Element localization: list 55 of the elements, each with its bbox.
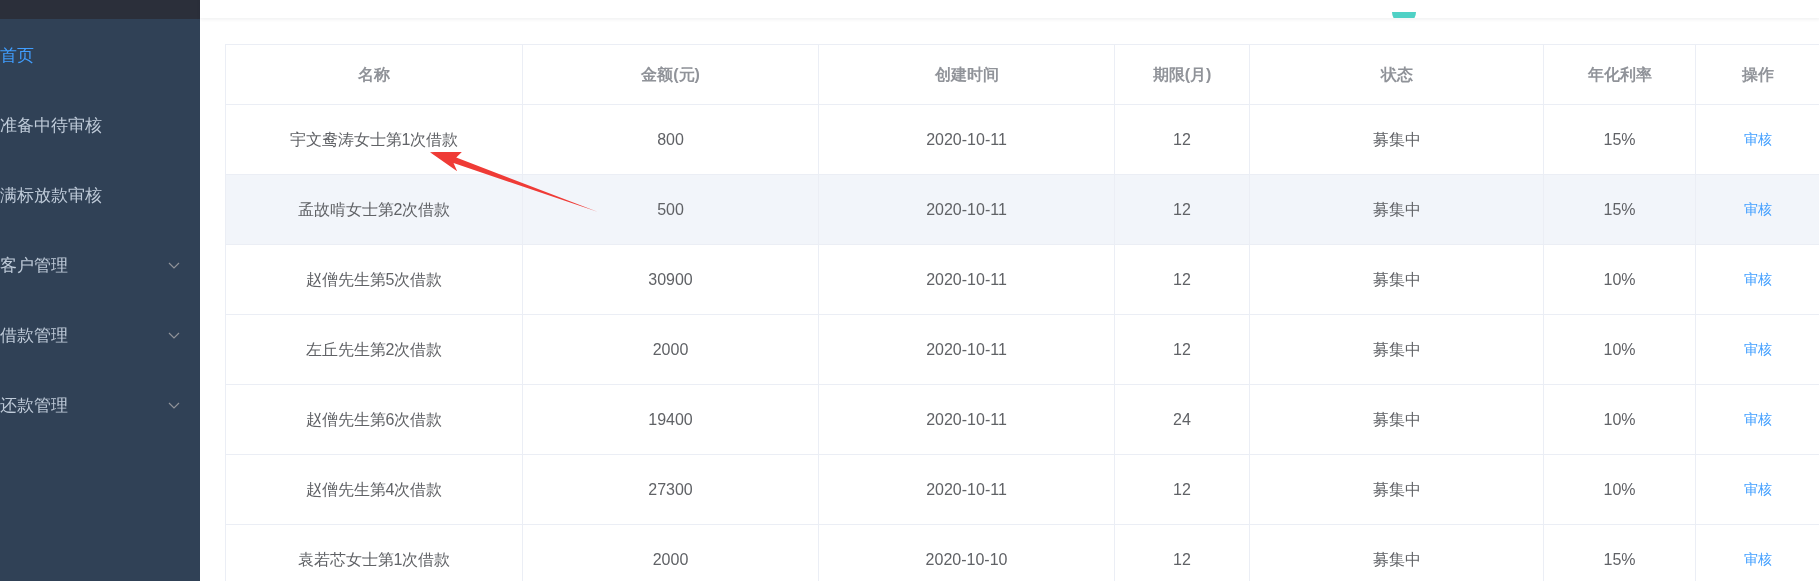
table-cell-text: 2020-10-11 — [926, 269, 1007, 290]
review-link[interactable]: 审核 — [1743, 409, 1772, 430]
review-link[interactable]: 审核 — [1743, 479, 1772, 500]
table-cell-text: 500 — [657, 199, 684, 220]
table-cell-text: 12 — [1173, 549, 1191, 570]
table-cell-text: 2020-10-11 — [926, 339, 1007, 360]
table-cell-text: 左丘先生第2次借款 — [305, 339, 443, 360]
table-cell-text: 12 — [1173, 269, 1191, 290]
menu-item[interactable]: 满标放款审核 — [0, 161, 200, 231]
table-cell-text: 12 — [1173, 129, 1191, 150]
review-link[interactable]: 审核 — [1743, 269, 1772, 290]
table-cell-text: 募集中 — [1372, 339, 1421, 360]
menu-item[interactable]: 客户管理 — [0, 231, 200, 301]
table-cell-text: 2020-10-10 — [925, 549, 1008, 570]
table-cell-text: 募集中 — [1372, 199, 1421, 220]
menu-item[interactable]: 准备中待审核 — [0, 91, 200, 161]
table-cell-text: 10% — [1603, 269, 1636, 290]
table-cell-text: 10% — [1603, 339, 1636, 360]
review-link[interactable]: 审核 — [1743, 549, 1772, 570]
table-cell-text: 15% — [1603, 129, 1636, 150]
table-cell-text: 12 — [1173, 199, 1191, 220]
table-cell-text: 2020-10-11 — [926, 199, 1007, 220]
review-link[interactable]: 审核 — [1743, 339, 1772, 360]
table-cell-text: 2020-10-11 — [926, 129, 1007, 150]
table-cell-text: 募集中 — [1372, 129, 1421, 150]
table-cell-text: 募集中 — [1372, 269, 1421, 290]
table-cell-text: 2020-10-11 — [926, 409, 1007, 430]
table-cell-text: 12 — [1173, 479, 1191, 500]
table-cell-text: 800 — [657, 129, 684, 150]
table-cell-text: 24 — [1173, 409, 1191, 430]
table-cell-text: 2000 — [652, 339, 689, 360]
table-cell-text: 赵僧先生第6次借款 — [305, 409, 443, 430]
table-cell-text: 宇文鸯涛女士第1次借款 — [289, 129, 459, 150]
table-cell-text: 募集中 — [1372, 549, 1421, 570]
menu-item[interactable]: 借款管理 — [0, 301, 200, 371]
table-cell-text: 赵僧先生第5次借款 — [305, 269, 443, 290]
table-cell-text: 募集中 — [1372, 479, 1421, 500]
table-cell-text: 27300 — [648, 479, 693, 500]
table-cell-text: 10% — [1603, 409, 1636, 430]
menu-item[interactable]: 还款管理 — [0, 371, 200, 441]
table-cell-text: 孟故啃女士第2次借款 — [297, 199, 451, 220]
table-cell-text: 募集中 — [1372, 409, 1421, 430]
table-cell-text: 2000 — [652, 549, 689, 570]
table-cell-text: 30900 — [648, 269, 693, 290]
table-cell-text: 19400 — [648, 409, 693, 430]
table-cell-text: 12 — [1173, 339, 1191, 360]
menu-item[interactable]: 首页 — [0, 21, 200, 91]
table-cell-text: 袁若芯女士第1次借款 — [297, 549, 451, 570]
table-cell-text: 15% — [1603, 549, 1636, 570]
table-cell-text: 15% — [1603, 199, 1636, 220]
review-link[interactable]: 审核 — [1743, 199, 1772, 220]
table-cell-text: 2020-10-11 — [926, 479, 1007, 500]
table-cell-text: 10% — [1603, 479, 1636, 500]
table-cell-text: 赵僧先生第4次借款 — [305, 479, 443, 500]
review-link[interactable]: 审核 — [1743, 129, 1772, 150]
